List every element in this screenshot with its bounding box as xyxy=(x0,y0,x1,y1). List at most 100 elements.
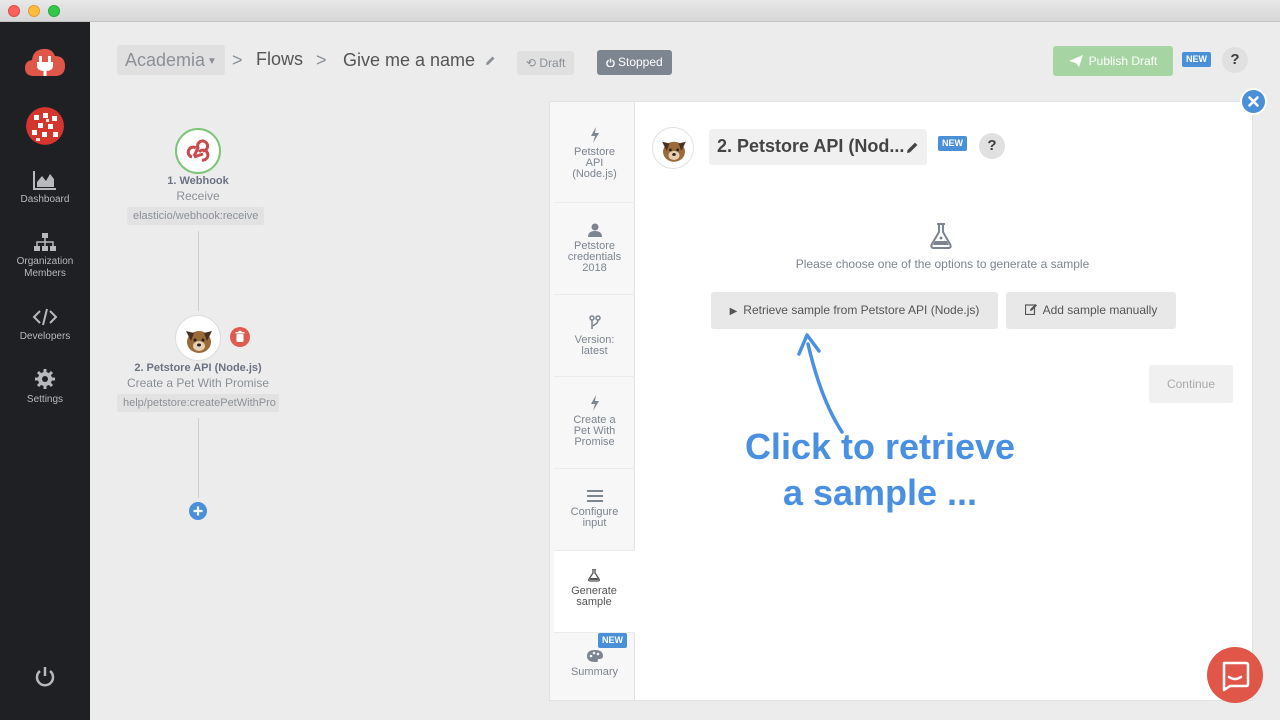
new-badge: NEW xyxy=(938,136,967,151)
close-panel-button[interactable] xyxy=(1240,88,1267,115)
cloud-plug-icon[interactable] xyxy=(24,46,66,78)
breadcrumb-separator: > xyxy=(232,50,243,70)
chart-area-icon xyxy=(33,171,56,190)
sidebar-item-organization-members[interactable]: Organization Members xyxy=(0,232,90,280)
edit-icon xyxy=(1024,304,1037,316)
help-button[interactable]: ? xyxy=(979,133,1005,159)
flask-icon xyxy=(588,569,600,582)
publish-label: Publish Draft xyxy=(1088,54,1158,68)
delete-node-button[interactable] xyxy=(230,327,250,347)
help-button[interactable]: ? xyxy=(1222,47,1248,73)
new-badge: NEW xyxy=(598,633,627,648)
node-subtitle: Create a Pet With Promise xyxy=(126,376,270,390)
step-nav-action[interactable]: Create a Pet With Promise xyxy=(554,377,635,469)
workspace-selector[interactable]: Academia ▼ xyxy=(117,45,225,75)
sidebar-item-label: Settings xyxy=(26,394,64,405)
sidebar-item-label: Dashboard xyxy=(20,194,70,205)
undo-icon: ⟲ xyxy=(526,56,540,70)
continue-button[interactable]: Continue xyxy=(1149,365,1233,403)
callout-line: a sample ... xyxy=(782,472,978,513)
step-nav: Petstore API (Node.js) Petstore credenti… xyxy=(550,102,635,700)
bolt-icon xyxy=(590,395,599,411)
publish-draft-button[interactable]: Publish Draft xyxy=(1053,46,1173,76)
sidebar-item-settings[interactable]: Settings xyxy=(0,368,90,406)
zoom-window-button[interactable] xyxy=(48,5,60,17)
step-nav-credentials[interactable]: Petstore credentials 2018 xyxy=(554,203,635,295)
flask-icon xyxy=(930,223,952,249)
close-icon xyxy=(1248,96,1259,107)
flow-name[interactable]: Give me a name xyxy=(343,50,475,71)
sidebar-item-developers[interactable]: Developers xyxy=(0,307,90,343)
step-title-field[interactable]: 2. Petstore API (Nod... xyxy=(709,129,927,165)
dog-avatar-icon xyxy=(186,331,212,353)
code-icon xyxy=(32,308,58,326)
retrieve-sample-button[interactable]: ▶ Retrieve sample from Petstore API (Node… xyxy=(711,292,998,329)
step-label-line: sample xyxy=(576,596,612,608)
step-label-line: (Node.js) xyxy=(572,168,617,180)
paper-plane-icon xyxy=(1068,55,1083,67)
node-subtitle: Receive xyxy=(176,189,220,203)
step-nav-petstore-api[interactable]: Petstore API (Node.js) xyxy=(554,110,635,203)
sidebar-item-label: Organization Members xyxy=(16,256,74,279)
gear-icon xyxy=(35,369,55,389)
webhook-node[interactable] xyxy=(175,128,221,174)
chat-launcher-button[interactable] xyxy=(1207,647,1263,703)
manual-label: Add sample manually xyxy=(1042,303,1158,317)
org-chart-icon xyxy=(34,233,56,251)
stopped-badge[interactable]: Stopped xyxy=(597,50,672,75)
step-nav-summary[interactable]: NEW Summary xyxy=(554,633,635,699)
step-label-line: Promise xyxy=(574,436,615,448)
callout-line: Click to retrieve xyxy=(744,426,1016,467)
sidebar-item-dashboard[interactable]: Dashboard xyxy=(0,170,90,206)
annotation-callout: Click to retrieve a sample ... xyxy=(715,424,1045,516)
sidebar-item-label: Developers xyxy=(19,331,71,342)
retrieve-label: Retrieve sample from Petstore API (Node.… xyxy=(743,303,980,317)
step-label-line: 2018 xyxy=(582,262,607,274)
dog-avatar-icon xyxy=(662,141,686,162)
step-label-line: input xyxy=(582,517,607,529)
stopped-label: Stopped xyxy=(618,55,663,69)
step-nav-generate-sample[interactable]: Generate sample xyxy=(554,551,635,633)
step-label-line: latest xyxy=(581,345,608,357)
connector-line xyxy=(198,418,199,498)
step-config-panel: Petstore API (Node.js) Petstore credenti… xyxy=(549,101,1253,701)
workspace-name: Academia xyxy=(125,50,206,70)
branch-icon xyxy=(588,315,601,329)
node-chip: elasticio/webhook:receive xyxy=(127,207,265,225)
play-icon: ▶ xyxy=(729,306,738,317)
add-sample-manually-button[interactable]: Add sample manually xyxy=(1006,292,1176,329)
draft-badge[interactable]: ⟲ Draft xyxy=(517,51,575,75)
node-title: 1. Webhook xyxy=(167,175,229,187)
chat-icon xyxy=(1222,661,1250,692)
power-icon[interactable] xyxy=(33,665,57,689)
petstore-node[interactable] xyxy=(175,315,221,361)
edit-pencil-icon[interactable] xyxy=(485,55,496,66)
minimize-window-button[interactable] xyxy=(28,5,40,17)
user-icon xyxy=(587,223,602,237)
step-nav-configure-input[interactable]: Configure input xyxy=(554,469,635,551)
webhook-icon xyxy=(186,139,210,162)
user-avatar[interactable] xyxy=(26,107,64,145)
new-badge: NEW xyxy=(1182,52,1211,67)
power-icon xyxy=(606,58,615,68)
generate-sample-hint: Please choose one of the options to gene… xyxy=(795,257,1090,271)
list-icon xyxy=(586,490,603,502)
edit-pencil-icon[interactable] xyxy=(906,141,919,154)
bolt-icon xyxy=(590,127,599,143)
draft-label: Draft xyxy=(539,56,566,70)
window-titlebar xyxy=(0,0,1280,22)
step-avatar xyxy=(652,127,694,169)
breadcrumb-flows[interactable]: Flows xyxy=(256,49,303,70)
step-nav-version[interactable]: Version: latest xyxy=(554,295,635,377)
sidebar: Dashboard Organization Members Developer… xyxy=(0,22,90,720)
connector-line xyxy=(198,231,199,311)
palette-icon xyxy=(586,650,603,662)
step-label-line: Summary xyxy=(570,666,619,678)
plus-icon xyxy=(193,506,203,516)
step-title: 2. Petstore API (Nod... xyxy=(717,136,905,156)
add-step-button[interactable] xyxy=(189,502,207,520)
close-window-button[interactable] xyxy=(8,5,20,17)
caret-down-icon: ▼ xyxy=(207,56,217,67)
node-title: 2. Petstore API (Node.js) xyxy=(134,362,262,374)
node-chip: help/petstore:createPetWithPro xyxy=(117,394,279,412)
